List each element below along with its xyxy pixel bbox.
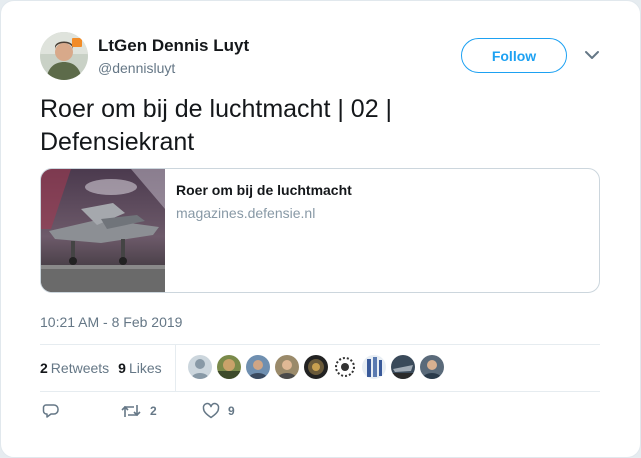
engagement-stats: 2 Retweets 9 Likes (40, 359, 171, 377)
liker-avatar[interactable] (188, 355, 212, 379)
liker-avatar[interactable] (275, 355, 299, 379)
liker-avatar[interactable] (362, 355, 386, 379)
liker-avatar[interactable] (333, 355, 357, 379)
link-title[interactable]: Roer om bij de luchtmacht (176, 182, 352, 198)
tweet-text-line: Roer om bij de luchtmacht | 02 | (40, 95, 393, 123)
liker-avatar[interactable] (420, 355, 444, 379)
retweet-count: 2 (150, 404, 157, 418)
retweets-label: Retweets (50, 360, 110, 376)
tweet-timestamp[interactable]: 10:21 AM - 8 Feb 2019 (40, 314, 182, 330)
liker-avatar[interactable] (246, 355, 270, 379)
retweets-stat[interactable]: 2 Retweets (40, 360, 109, 376)
likes-count: 9 (118, 360, 126, 376)
liker-avatar[interactable] (217, 355, 241, 379)
like-count: 9 (228, 404, 235, 418)
follow-button[interactable]: Follow (461, 38, 567, 73)
tweet-text: Roer om bij de luchtmacht | 02 | Defensi… (40, 93, 600, 159)
divider (40, 344, 600, 345)
likes-stat[interactable]: 9 Likes (118, 360, 161, 376)
link-thumbnail (41, 169, 165, 292)
link-preview-card[interactable]: Roer om bij de luchtmacht magazines.defe… (40, 168, 600, 293)
heart-icon (202, 402, 220, 419)
reply-icon (42, 404, 59, 418)
author-avatar[interactable] (40, 32, 88, 80)
link-domain: magazines.defensie.nl (176, 205, 316, 221)
chevron-down-icon[interactable] (583, 48, 601, 62)
liker-avatars (188, 355, 449, 379)
tweet-text-line: Defensiekrant (40, 128, 195, 156)
retweets-count: 2 (40, 360, 48, 376)
tweet-card: LtGen Dennis Luyt @dennisluyt Follow Roe… (0, 0, 641, 458)
like-button[interactable]: 9 (202, 402, 235, 420)
retweet-icon (121, 405, 141, 417)
retweet-button[interactable]: 2 (120, 402, 157, 420)
liker-avatar[interactable] (391, 355, 415, 379)
reply-button[interactable] (42, 402, 60, 420)
author-handle[interactable]: @dennisluyt (98, 60, 175, 76)
liker-avatar[interactable] (304, 355, 328, 379)
divider (40, 391, 600, 392)
divider (175, 345, 176, 391)
author-name[interactable]: LtGen Dennis Luyt (98, 36, 249, 56)
likes-label: Likes (128, 360, 162, 376)
